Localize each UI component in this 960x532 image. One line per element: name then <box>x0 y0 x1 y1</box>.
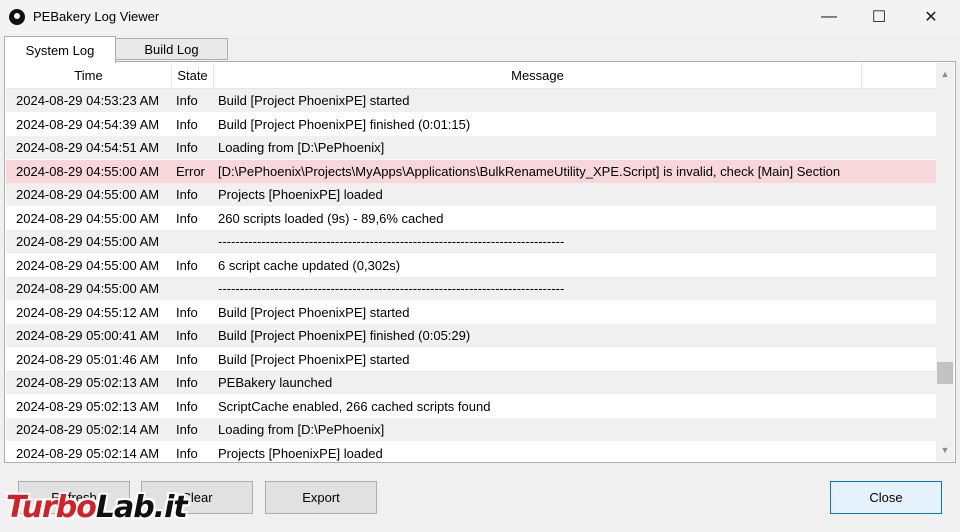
log-cell-time: 2024-08-29 04:55:00 AM <box>16 281 160 296</box>
log-cell-time: 2024-08-29 05:00:41 AM <box>16 328 160 343</box>
log-cell-time: 2024-08-29 05:02:14 AM <box>16 422 160 437</box>
log-cell-time: 2024-08-29 04:54:51 AM <box>16 140 160 155</box>
log-cell-state: Info <box>176 328 198 343</box>
window-title: PEBakery Log Viewer <box>33 9 160 24</box>
log-cell-message: Loading from [D:\PePhoenix] <box>218 140 385 155</box>
log-row[interactable]: 2024-08-29 04:55:00 AM ------------------… <box>6 277 936 300</box>
log-cell-message: Loading from [D:\PePhoenix] <box>218 422 385 437</box>
log-cell-state: Info <box>176 140 198 155</box>
log-cell-message: Build [Project PhoenixPE] started <box>218 351 410 367</box>
log-cell-message: ----------------------------------------… <box>218 281 565 296</box>
close-button[interactable]: Close <box>830 481 942 514</box>
log-cell-state: Info <box>176 351 198 367</box>
tab-system-log[interactable]: System Log <box>4 36 116 63</box>
log-row[interactable]: 2024-08-29 04:55:00 AM Info 260 scripts lo… <box>6 207 936 230</box>
column-header-state[interactable]: State <box>172 63 214 88</box>
log-cell-message: 6 script cache updated (0,302s) <box>218 257 401 273</box>
log-cell-time: 2024-08-29 05:02:14 AM <box>16 445 160 461</box>
log-cell-message: PEBakery launched <box>218 375 333 390</box>
log-cell-time: 2024-08-29 05:02:13 AM <box>16 398 160 414</box>
log-cell-message: Build [Project PhoenixPE] finished (0:05… <box>218 328 471 343</box>
log-cell-message: Build [Project PhoenixPE] started <box>218 93 410 108</box>
scrollbar-thumb[interactable] <box>937 361 953 384</box>
log-cell-time: 2024-08-29 05:01:46 AM <box>16 351 160 367</box>
log-cell-state: Info <box>176 445 198 461</box>
log-cell-state: Info <box>176 187 198 202</box>
log-row[interactable]: 2024-08-29 04:55:12 AM Info Build [Project… <box>6 301 936 324</box>
log-cell-time: 2024-08-29 04:55:00 AM <box>16 257 160 273</box>
log-cell-time: 2024-08-29 04:55:00 AM <box>16 187 160 202</box>
log-row[interactable]: 2024-08-29 05:01:46 AM Info Build [Project… <box>6 348 936 371</box>
log-cell-time: 2024-08-29 04:55:12 AM <box>16 304 160 320</box>
log-cell-time: 2024-08-29 04:55:00 AM <box>16 210 160 226</box>
log-row[interactable]: 2024-08-29 04:54:51 AM Info Loading from [… <box>6 136 936 159</box>
watermark-lab-text: Lab.it <box>95 490 188 525</box>
log-cell-message: Projects [PhoenixPE] loaded <box>218 187 383 202</box>
log-grid: Time State Message 2024-08-29 04:53:23 A… <box>6 63 936 461</box>
log-row[interactable]: 2024-08-29 04:53:23 AM Info Build [Project… <box>6 89 936 112</box>
log-row[interactable]: 2024-08-29 05:02:14 AM Info Projects [Phoe… <box>6 442 936 462</box>
column-header-message[interactable]: Message <box>214 63 862 88</box>
log-grid-header: Time State Message <box>6 63 936 89</box>
vertical-scrollbar[interactable]: ▲ ▼ <box>936 63 954 461</box>
log-cell-time: 2024-08-29 04:55:00 AM <box>16 234 160 249</box>
log-row[interactable]: 2024-08-29 05:02:14 AM Info Loading from [… <box>6 418 936 441</box>
scroll-down-icon[interactable]: ▼ <box>936 441 954 459</box>
log-cell-state: Info <box>176 116 198 132</box>
log-row[interactable]: 2024-08-29 05:02:13 AM Info ScriptCache en… <box>6 395 936 418</box>
scroll-up-icon[interactable]: ▲ <box>936 65 954 83</box>
log-row[interactable]: 2024-08-29 04:55:00 AM Info Projects [Phoe… <box>6 183 936 206</box>
title-bar: PEBakery Log Viewer — ☐ ✕ <box>0 0 960 34</box>
log-row[interactable]: 2024-08-29 04:54:39 AM Info Build [Project… <box>6 113 936 136</box>
log-cell-message: ScriptCache enabled, 266 cached scripts … <box>218 398 491 414</box>
log-cell-message: Projects [PhoenixPE] loaded <box>218 445 383 461</box>
tab-build-log[interactable]: Build Log <box>115 38 228 60</box>
log-cell-time: 2024-08-29 04:53:23 AM <box>16 93 160 108</box>
log-row[interactable]: 2024-08-29 05:02:13 AM Info PEBakery launc… <box>6 371 936 394</box>
export-button[interactable]: Export <box>265 481 377 514</box>
log-cell-message: ----------------------------------------… <box>218 234 565 249</box>
log-cell-state: Info <box>176 422 198 437</box>
close-window-button[interactable]: ✕ <box>906 0 956 34</box>
log-cell-time: 2024-08-29 04:54:39 AM <box>16 116 160 132</box>
log-cell-state: Info <box>176 93 198 108</box>
turbolab-watermark-logo: TurboLab.it <box>0 484 256 532</box>
log-cell-state: Info <box>176 398 198 414</box>
log-cell-state: Info <box>176 257 198 273</box>
maximize-button[interactable]: ☐ <box>854 0 904 34</box>
log-panel: Time State Message 2024-08-29 04:53:23 A… <box>4 61 956 463</box>
log-row-error[interactable]: 2024-08-29 04:55:00 AM Error [D:\PePhoenix… <box>6 159 936 183</box>
log-cell-message: Build [Project PhoenixPE] started <box>218 304 410 320</box>
log-row[interactable]: 2024-08-29 04:55:00 AM ------------------… <box>6 230 936 253</box>
log-row[interactable]: 2024-08-29 04:55:00 AM Info 6 script cache… <box>6 254 936 277</box>
column-header-time[interactable]: Time <box>6 63 172 88</box>
log-cell-state: Error <box>176 163 205 179</box>
log-cell-time: 2024-08-29 04:55:00 AM <box>16 163 160 179</box>
log-cell-message: 260 scripts loaded (9s) - 89,6% cached <box>218 210 444 226</box>
log-cell-state: Info <box>176 375 198 390</box>
log-cell-time: 2024-08-29 05:02:13 AM <box>16 375 160 390</box>
watermark-turbo-text: Turbo <box>6 490 97 525</box>
log-cell-message: [D:\PePhoenix\Projects\MyApps\Applicatio… <box>218 163 841 179</box>
log-cell-state: Info <box>176 304 198 320</box>
minimize-button[interactable]: — <box>804 0 854 34</box>
log-cell-message: Build [Project PhoenixPE] finished (0:01… <box>218 116 471 132</box>
log-cell-state: Info <box>176 210 198 226</box>
pebakery-app-icon <box>9 9 25 25</box>
log-row[interactable]: 2024-08-29 05:00:41 AM Info Build [Project… <box>6 324 936 347</box>
